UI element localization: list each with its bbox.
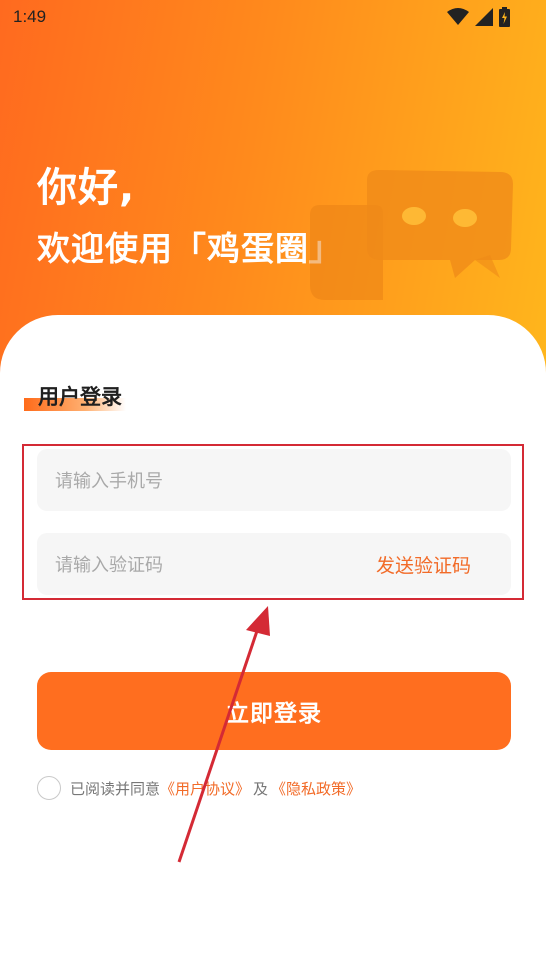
agreement-row: 已阅读并同意 《用户协议》 及 《隐私政策》 [37,776,361,800]
wifi-icon [447,8,469,25]
agreement-checkbox[interactable] [37,776,61,800]
welcome-subtitle: 欢迎使用「鸡蛋圈」 [37,229,343,268]
agreement-connector: 及 [253,779,269,798]
privacy-policy-link[interactable]: 《隐私政策》 [271,778,361,799]
cellular-signal-icon [475,8,493,26]
annotation-highlight-box [22,444,524,600]
login-button[interactable]: 立即登录 [37,672,511,750]
user-agreement-link[interactable]: 《用户协议》 [160,778,250,799]
section-title-block: 用户登录 [24,380,134,414]
battery-charging-icon [499,7,510,27]
chat-bubble-mascot-icon [310,170,513,300]
status-bar: 1:49 [0,0,546,34]
greeting-title: 你好, [37,165,136,211]
section-title: 用户登录 [38,385,122,409]
status-icons [447,7,510,27]
agreement-prefix: 已阅读并同意 [70,779,161,798]
status-time: 1:49 [13,7,47,26]
